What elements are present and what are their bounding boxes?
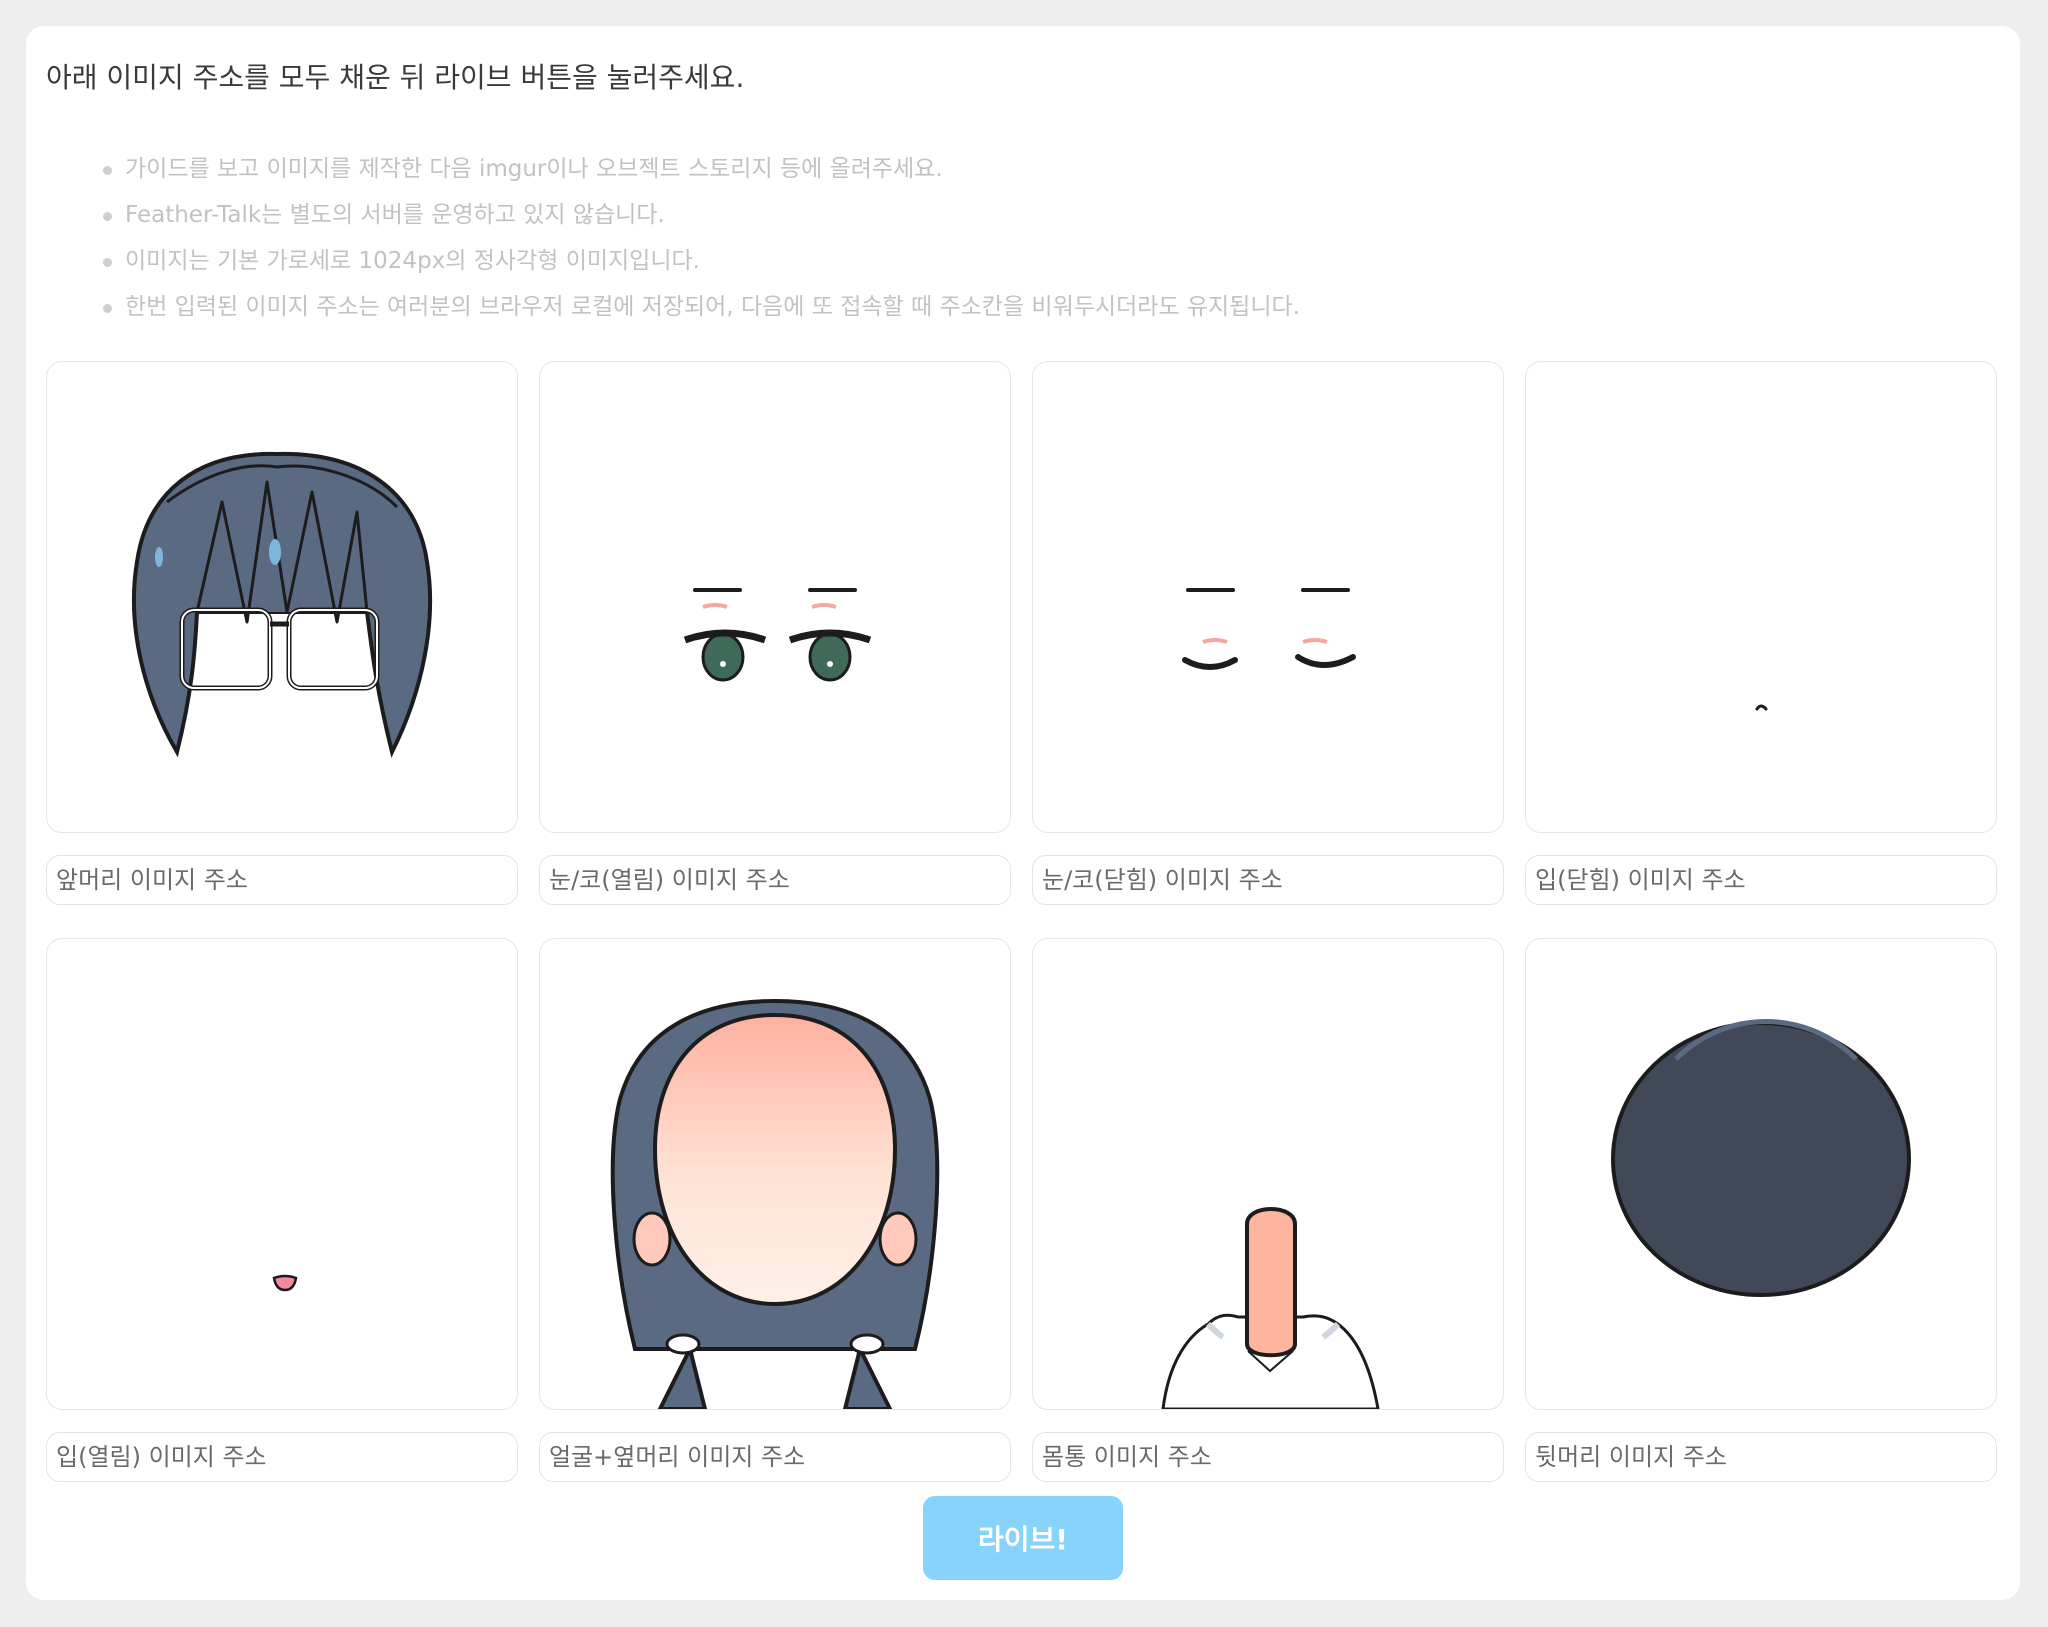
mouth-open-url-input[interactable] [46, 1432, 518, 1482]
face-side-hair-image [610, 998, 940, 1409]
front-hair-image [131, 451, 433, 758]
slot-mouth-closed [1525, 361, 1997, 905]
eyes-open-url-input[interactable] [539, 855, 1011, 905]
eyes-closed-preview [1032, 361, 1504, 833]
slot-front-hair [46, 361, 518, 905]
mouth-closed-image [1755, 704, 1768, 711]
settings-card: 아래 이미지 주소를 모두 채운 뒤 라이브 버튼을 눌러주세요. 가이드를 보… [26, 26, 2020, 1600]
slot-eyes-closed [1032, 361, 1504, 905]
slot-mouth-open [46, 938, 518, 1482]
guide-item: Feather-Talk는 별도의 서버를 운영하고 있지 않습니다. [101, 192, 1300, 238]
mouth-closed-preview [1525, 361, 1997, 833]
slot-eyes-open [539, 361, 1011, 905]
mouth-closed-url-input[interactable] [1525, 855, 1997, 905]
face-side-hair-preview [539, 938, 1011, 1410]
eyes-closed-image [1182, 588, 1356, 670]
back-hair-url-input[interactable] [1525, 1432, 1997, 1482]
eyes-open-preview [539, 361, 1011, 833]
slot-face-side-hair [539, 938, 1011, 1482]
back-hair-preview [1525, 938, 1997, 1410]
front-hair-url-input[interactable] [46, 855, 518, 905]
slot-back-hair [1525, 938, 1997, 1482]
body-image [1161, 1207, 1380, 1409]
back-hair-image [1611, 1019, 1911, 1297]
eyes-open-image [683, 588, 872, 682]
slot-body [1032, 938, 1504, 1482]
guide-item: 이미지는 기본 가로세로 1024px의 정사각형 이미지입니다. [101, 238, 1300, 284]
body-preview [1032, 938, 1504, 1410]
body-url-input[interactable] [1032, 1432, 1504, 1482]
guide-item: 가이드를 보고 이미지를 제작한 다음 imgur이나 오브젝트 스토리지 등에… [101, 146, 1300, 192]
instruction-heading: 아래 이미지 주소를 모두 채운 뒤 라이브 버튼을 눌러주세요. [46, 61, 745, 94]
guide-list: 가이드를 보고 이미지를 제작한 다음 imgur이나 오브젝트 스토리지 등에… [101, 146, 1300, 330]
guide-item: 한번 입력된 이미지 주소는 여러분의 브라우저 로컬에 저장되어, 다음에 또… [101, 284, 1300, 330]
mouth-open-image [272, 1274, 298, 1292]
front-hair-preview [46, 361, 518, 833]
mouth-open-preview [46, 938, 518, 1410]
live-button[interactable]: 라이브! [923, 1496, 1123, 1580]
eyes-closed-url-input[interactable] [1032, 855, 1504, 905]
face-side-hair-url-input[interactable] [539, 1432, 1011, 1482]
